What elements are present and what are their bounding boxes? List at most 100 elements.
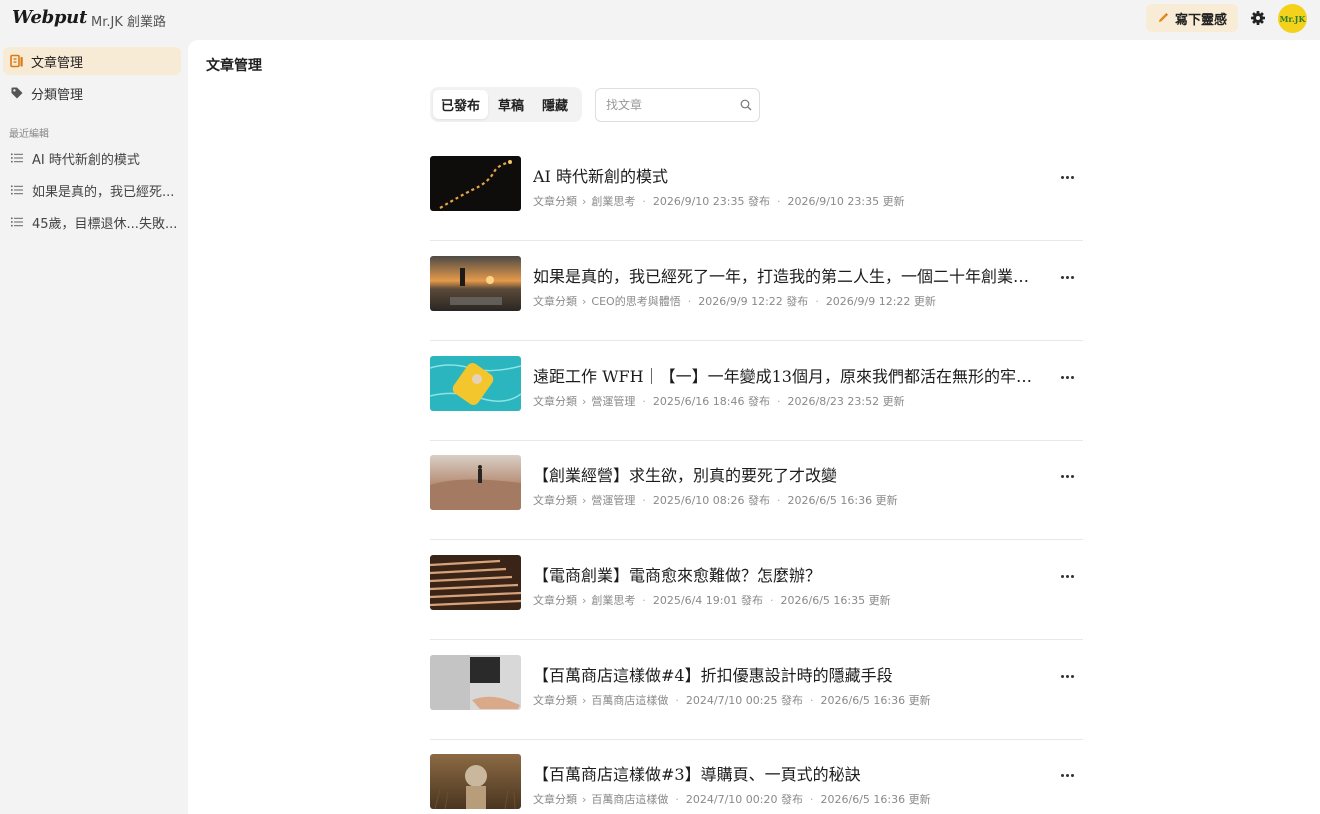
- tab-published[interactable]: 已發布: [433, 90, 489, 119]
- post-row[interactable]: 【創業經營】求生欲，別真的要死了才改變 文章分類 › 營運管理 · 2025/6/10 …: [430, 440, 1083, 540]
- post-category[interactable]: 百萬商店這樣做: [591, 791, 668, 807]
- more-icon: [1065, 375, 1069, 379]
- post-meta: 文章分類 › 營運管理 · 2025/6/10 08:26 發布 · 2026/6/5 16…: [533, 492, 898, 508]
- post-thumbnail[interactable]: [430, 655, 521, 710]
- post-category[interactable]: 創業思考: [591, 592, 635, 608]
- post-row[interactable]: 如果是真的，我已經死了一年，打造我的第二人生，一個二十年創業老鳥的自白 文章分類…: [430, 241, 1083, 341]
- post-thumbnail[interactable]: [430, 455, 521, 510]
- post-category[interactable]: CEO的思考與體悟: [591, 293, 680, 309]
- post-category[interactable]: 百萬商店這樣做: [591, 692, 668, 708]
- post-row[interactable]: AI 時代新創的模式 文章分類 › 創業思考 · 2026/9/10 23:35 發布 ·…: [430, 141, 1083, 241]
- more-icon: [1070, 474, 1074, 478]
- post-category[interactable]: 營運管理: [591, 492, 635, 508]
- more-icon: [1070, 275, 1074, 279]
- separator-dot: ·: [687, 295, 692, 308]
- category-prefix: 文章分類: [533, 395, 577, 408]
- tab-hidden[interactable]: 隱藏: [534, 90, 576, 119]
- more-options-button[interactable]: [1056, 169, 1078, 185]
- status-tabs: 已發布 草稿 隱藏: [430, 87, 582, 122]
- list-icon: [11, 153, 23, 163]
- post-category[interactable]: 創業思考: [591, 193, 635, 209]
- search-icon[interactable]: [740, 99, 752, 111]
- post-title[interactable]: AI 時代新創的模式: [533, 163, 1043, 187]
- category-prefix: 文章分類: [533, 295, 577, 308]
- published-date: 2026/9/10 23:35 發布: [652, 195, 771, 208]
- gear-icon[interactable]: [1249, 9, 1267, 27]
- post-row[interactable]: 【百萬商店這樣做#4】折扣優惠設計時的隱藏手段 文章分類 › 百萬商店這樣做 · 202…: [430, 640, 1083, 740]
- separator-dot: ·: [642, 594, 646, 607]
- sidebar-item-label: 分類管理: [31, 87, 84, 103]
- main-panel: 文章管理 已發布 草稿 隱藏 AI 時代新創的模式 文章分類 › 創業思考 · 2026…: [188, 40, 1320, 814]
- post-title[interactable]: 【百萬商店這樣做#4】折扣優惠設計時的隱藏手段: [533, 662, 1043, 686]
- page-title: 文章管理: [206, 58, 262, 74]
- more-icon: [1060, 375, 1064, 379]
- more-icon: [1060, 474, 1064, 478]
- post-meta: 文章分類 › 創業思考 · 2026/9/10 23:35 發布 · 2026/9/10 2…: [533, 193, 905, 209]
- list-icon: [11, 185, 23, 195]
- post-thumbnail[interactable]: [430, 555, 521, 610]
- post-title[interactable]: 【百萬商店這樣做#3】導購頁、一頁式的秘訣: [533, 761, 1043, 785]
- list-icon: [11, 217, 23, 227]
- chevron-right-icon: ›: [582, 395, 587, 408]
- more-options-button[interactable]: [1056, 269, 1078, 285]
- thumbnail-image: [430, 754, 521, 809]
- more-icon: [1070, 773, 1074, 777]
- post-thumbnail[interactable]: [430, 754, 521, 809]
- thumbnail-image: [430, 455, 521, 510]
- post-title[interactable]: 【創業經營】求生欲，別真的要死了才改變: [533, 462, 1043, 486]
- recent-item[interactable]: AI 時代新創的模式: [3, 144, 181, 172]
- category-prefix: 文章分類: [533, 694, 577, 707]
- more-icon: [1065, 474, 1069, 478]
- write-inspiration-button[interactable]: 寫下靈感: [1146, 4, 1238, 32]
- more-options-button[interactable]: [1056, 668, 1078, 684]
- recent-item-label: 45歲，目標退休...失敗...: [32, 216, 178, 232]
- more-icon: [1070, 375, 1074, 379]
- sidebar-item-categories[interactable]: 分類管理: [3, 79, 181, 107]
- more-options-button[interactable]: [1056, 568, 1078, 584]
- sidebar-item-articles[interactable]: 文章管理: [3, 47, 181, 75]
- post-title[interactable]: 如果是真的，我已經死了一年，打造我的第二人生，一個二十年創業老鳥的自白: [533, 263, 1043, 287]
- separator-dot: ·: [675, 694, 679, 707]
- category-prefix: 文章分類: [533, 793, 577, 806]
- separator-dot: ·: [770, 594, 774, 607]
- post-row[interactable]: 遠距工作 WFH｜【一】一年變成13個月，原來我們都活在無形的牢籠裡 文章分類 ›…: [430, 341, 1083, 441]
- thumbnail-image: [430, 356, 521, 411]
- recent-item[interactable]: 如果是真的，我已經死...: [3, 176, 181, 204]
- write-inspiration-label: 寫下靈感: [1174, 12, 1227, 28]
- post-thumbnail[interactable]: [430, 256, 521, 311]
- tab-drafts[interactable]: 草稿: [490, 90, 532, 119]
- search-input[interactable]: [606, 97, 731, 113]
- more-icon: [1065, 574, 1069, 578]
- more-icon: [1070, 175, 1074, 179]
- more-options-button[interactable]: [1056, 369, 1078, 385]
- separator-dot: ·: [815, 295, 819, 308]
- more-options-button[interactable]: [1056, 767, 1078, 783]
- post-row[interactable]: 【百萬商店這樣做#3】導購頁、一頁式的秘訣 文章分類 › 百萬商店這樣做 · 2024/…: [430, 739, 1083, 814]
- pencil-icon: [1158, 13, 1168, 22]
- post-category[interactable]: 營運管理: [591, 393, 635, 409]
- recent-item[interactable]: 45歲，目標退休...失敗...: [3, 208, 181, 236]
- post-title[interactable]: 【電商創業】電商愈來愈難做？怎麼辦？: [533, 562, 1043, 586]
- post-thumbnail[interactable]: [430, 156, 521, 211]
- chevron-right-icon: ›: [582, 494, 587, 507]
- separator-dot: ·: [777, 494, 781, 507]
- published-date: 2026/9/9 12:22 發布: [698, 295, 809, 308]
- article-icon: [10, 54, 23, 68]
- more-icon: [1060, 275, 1064, 279]
- post-title[interactable]: 遠距工作 WFH｜【一】一年變成13個月，原來我們都活在無形的牢籠裡: [533, 363, 1043, 387]
- separator-dot: ·: [810, 793, 814, 806]
- site-name[interactable]: Mr.JK 創業路: [91, 11, 166, 30]
- separator-dot: ·: [642, 395, 646, 408]
- post-thumbnail[interactable]: [430, 356, 521, 411]
- post-meta: 文章分類 › CEO的思考與體悟 · 2026/9/9 12:22 發布 · 2026/9/…: [533, 293, 936, 309]
- avatar[interactable]: Mr.JK: [1278, 4, 1307, 33]
- post-row[interactable]: 【電商創業】電商愈來愈難做？怎麼辦？ 文章分類 › 創業思考 · 2025/6/4 19…: [430, 540, 1083, 640]
- more-options-button[interactable]: [1056, 468, 1078, 484]
- category-prefix: 文章分類: [533, 594, 577, 607]
- more-icon: [1060, 574, 1064, 578]
- app-logo[interactable]: Webput: [12, 7, 87, 28]
- updated-date: 2026/9/9 12:22 更新: [825, 295, 936, 308]
- more-icon: [1065, 674, 1069, 678]
- thumbnail-image: [430, 256, 521, 311]
- avatar-text: Mr.JK: [1279, 13, 1306, 24]
